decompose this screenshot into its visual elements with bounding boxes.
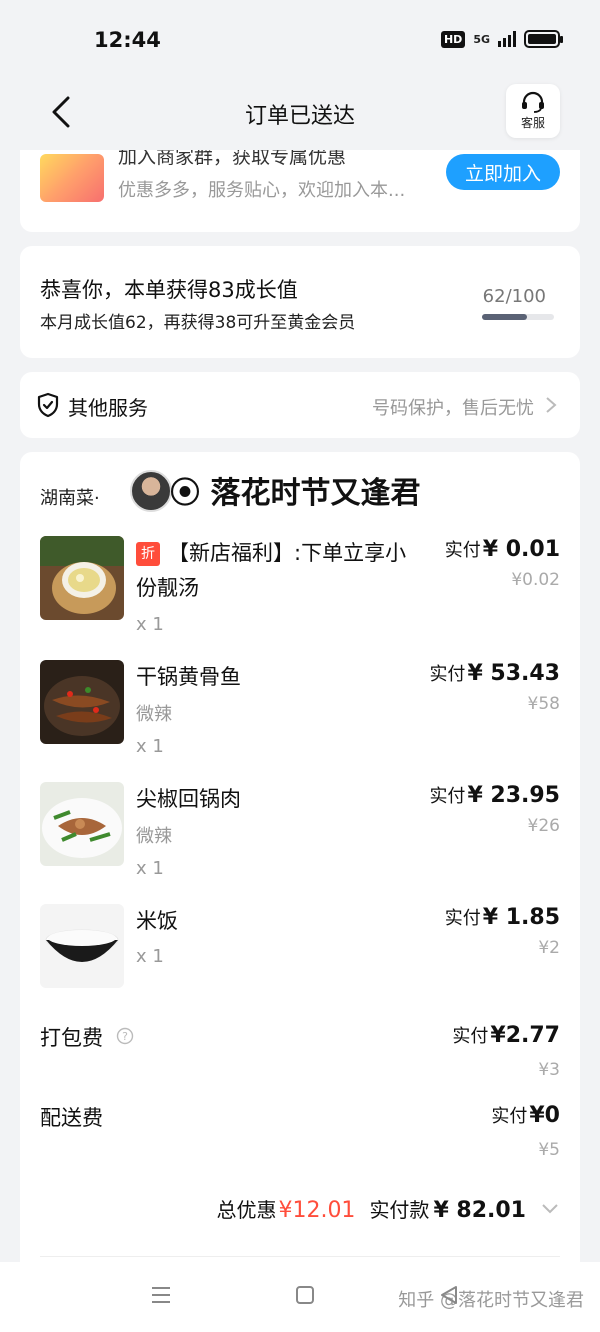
battery-icon bbox=[524, 30, 563, 48]
group-image bbox=[40, 154, 104, 202]
item-name: 米饭 bbox=[136, 909, 178, 933]
status-bar: 12:44 HD 5G bbox=[0, 0, 600, 80]
order-item[interactable]: 折【新店福利】:下单立享小份靓汤 x 1 实付¥ 0.01 ¥0.02 bbox=[40, 536, 560, 646]
nav-bar: 订单已送达 客服 bbox=[0, 80, 600, 144]
status-time: 12:44 bbox=[94, 28, 161, 52]
item-image-rice bbox=[40, 904, 124, 988]
packaging-fee-row: 打包费 ? 实付¥2.77 ¥3 bbox=[40, 1022, 560, 1098]
item-image-pork bbox=[40, 782, 124, 866]
home-icon[interactable] bbox=[294, 1284, 316, 1306]
join-button[interactable]: 立即加入 bbox=[446, 154, 560, 190]
shield-check-icon bbox=[37, 392, 59, 418]
item-name: 干锅黄骨鱼 bbox=[136, 665, 241, 689]
packaging-fee-label: 打包费 bbox=[40, 1026, 103, 1050]
join-subtitle: 优惠多多，服务贴心，欢迎加入本... bbox=[118, 180, 406, 201]
divider bbox=[40, 1256, 560, 1257]
item-name: 折【新店福利】:下单立享小份靓汤 bbox=[136, 541, 407, 600]
watermark-text: ⦿ 落花时节又逢君 bbox=[170, 476, 421, 511]
network-type: 5G bbox=[473, 32, 490, 46]
growth-card: 恭喜你，本单获得83成长值 本月成长值62，再获得38可升至黄金会员 62/10… bbox=[20, 246, 580, 358]
other-services-row[interactable]: 其他服务 号码保护，售后无忧 bbox=[20, 372, 580, 438]
status-icons: HD 5G bbox=[440, 30, 563, 48]
order-card: 湖南菜· ⦿ 落花时节又逢君 折【新店福利】:下单立享小份靓汤 x 1 实付¥ … bbox=[20, 452, 580, 1262]
item-price: 实付¥ 1.85 bbox=[444, 905, 560, 930]
growth-subtitle: 本月成长值62，再获得38可升至黄金会员 bbox=[40, 313, 356, 333]
total-pay-label: 实付款 bbox=[369, 1198, 430, 1222]
customer-service-button[interactable]: 客服 bbox=[506, 84, 560, 138]
order-item[interactable]: 尖椒回锅肉 微辣 x 1 实付¥ 23.95 ¥26 bbox=[40, 782, 560, 892]
total-row[interactable]: 总优惠 ¥12.01 实付款 ¥ 82.01 bbox=[40, 1194, 560, 1234]
delivery-fee-price: 实付¥0 bbox=[491, 1103, 560, 1128]
chevron-down-icon[interactable] bbox=[540, 1202, 560, 1216]
shop-name[interactable]: 湖南菜· bbox=[40, 484, 100, 510]
item-image-soup bbox=[40, 536, 124, 620]
delivery-fee-original: ¥5 bbox=[538, 1140, 560, 1160]
packaging-fee-original: ¥3 bbox=[538, 1060, 560, 1080]
chevron-right-icon bbox=[546, 397, 557, 413]
item-original-price: ¥0.02 bbox=[511, 570, 560, 590]
delivery-fee-label: 配送费 bbox=[40, 1106, 103, 1130]
packaging-fee-price: 实付¥2.77 bbox=[452, 1023, 560, 1048]
delivery-fee-row: 配送费 实付¥0 ¥5 bbox=[40, 1102, 560, 1178]
system-nav-bar: 知乎 @落花时节又逢君 bbox=[0, 1262, 600, 1332]
item-quantity: x 1 bbox=[136, 736, 164, 757]
hd-badge: HD bbox=[440, 30, 466, 48]
item-image-fish bbox=[40, 660, 124, 744]
join-title: 加入商家群，获取专属优惠 bbox=[118, 150, 347, 168]
growth-progress-bar bbox=[482, 314, 554, 320]
item-spec: 微辣 bbox=[136, 704, 172, 725]
item-price: 实付¥ 0.01 bbox=[444, 537, 560, 562]
help-icon[interactable]: ? bbox=[116, 1027, 134, 1045]
item-original-price: ¥26 bbox=[527, 816, 560, 836]
other-services-label: 其他服务 bbox=[68, 396, 148, 420]
item-quantity: x 1 bbox=[136, 858, 164, 879]
item-original-price: ¥2 bbox=[538, 938, 560, 958]
growth-progress-fill bbox=[482, 314, 527, 320]
other-services-value: 号码保护，售后无忧 bbox=[372, 398, 534, 419]
svg-text:?: ? bbox=[122, 1030, 128, 1043]
join-group-card: 加入商家群，获取专属优惠 优惠多多，服务贴心，欢迎加入本... 立即加入 bbox=[20, 150, 580, 232]
item-price: 实付¥ 53.43 bbox=[429, 661, 560, 686]
signal-icon bbox=[498, 31, 516, 47]
total-discount-label: 总优惠 bbox=[216, 1198, 277, 1222]
headset-icon bbox=[522, 91, 544, 113]
item-name: 尖椒回锅肉 bbox=[136, 787, 241, 811]
zhihu-watermark: 知乎 @落花时节又逢君 bbox=[398, 1290, 584, 1311]
service-label: 客服 bbox=[520, 116, 545, 130]
watermark-avatar bbox=[130, 470, 172, 512]
order-item[interactable]: 干锅黄骨鱼 微辣 x 1 实付¥ 53.43 ¥58 bbox=[40, 660, 560, 770]
growth-title: 恭喜你，本单获得83成长值 bbox=[40, 278, 298, 302]
total-discount-value: ¥12.01 bbox=[278, 1198, 356, 1223]
menu-icon[interactable] bbox=[150, 1284, 172, 1306]
discount-tag: 折 bbox=[136, 542, 160, 566]
growth-progress-text: 62/100 bbox=[482, 286, 546, 307]
order-item[interactable]: 米饭 x 1 实付¥ 1.85 ¥2 bbox=[40, 904, 560, 1014]
item-quantity: x 1 bbox=[136, 946, 164, 967]
item-quantity: x 1 bbox=[136, 614, 164, 635]
item-spec: 微辣 bbox=[136, 826, 172, 847]
total-pay-value: ¥ 82.01 bbox=[433, 1198, 526, 1223]
item-price: 实付¥ 23.95 bbox=[429, 783, 560, 808]
item-original-price: ¥58 bbox=[527, 694, 560, 714]
